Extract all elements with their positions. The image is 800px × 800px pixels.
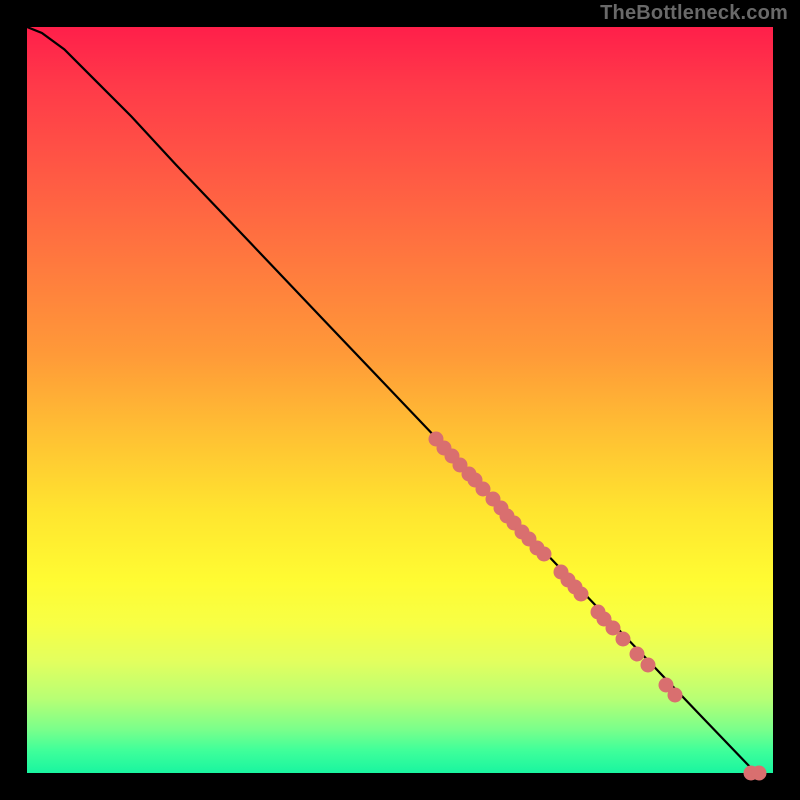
attribution-text: TheBottleneck.com [600, 2, 788, 25]
chart-stage: TheBottleneck.com [0, 0, 800, 800]
data-point [574, 586, 589, 601]
data-point [616, 631, 631, 646]
plot-area [27, 27, 773, 773]
curve-layer [27, 27, 773, 773]
data-point [668, 687, 683, 702]
data-point [751, 766, 766, 781]
data-point [640, 657, 655, 672]
data-point [536, 547, 551, 562]
